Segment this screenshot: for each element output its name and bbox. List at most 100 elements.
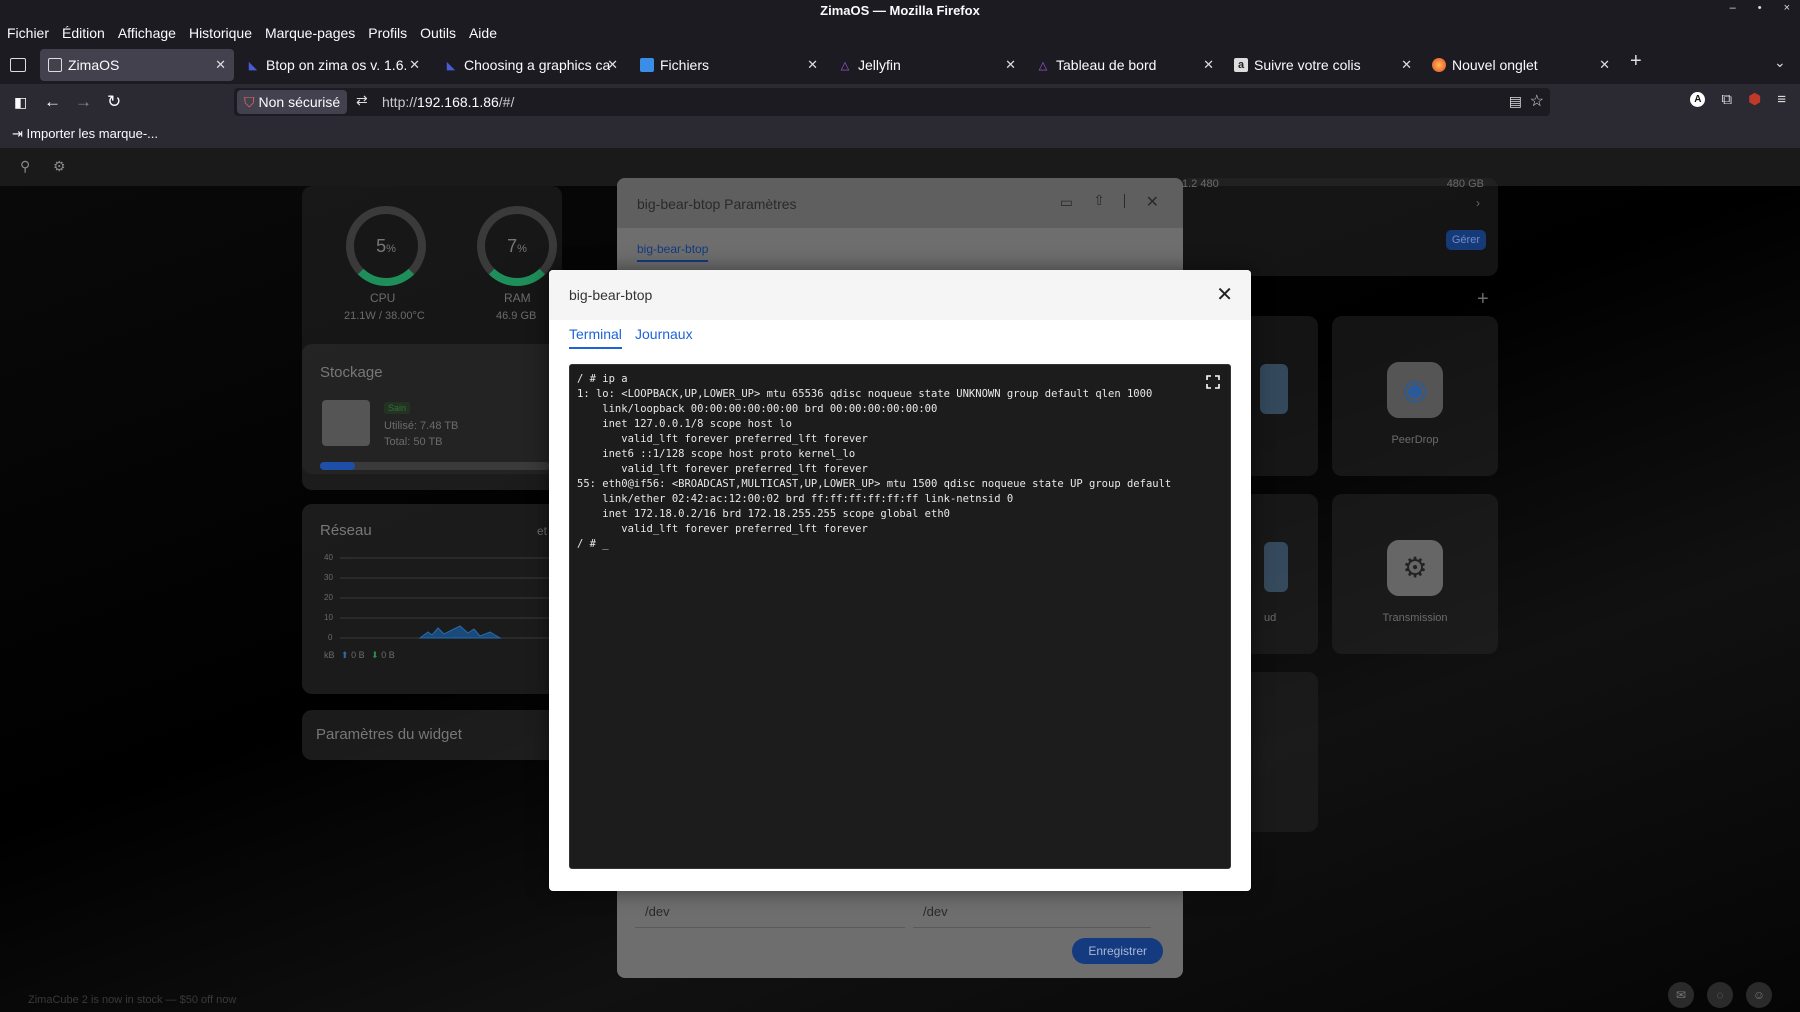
device-host-field[interactable]: /dev: [635, 900, 905, 928]
storage-progress-bar: [320, 462, 550, 470]
fullscreen-icon[interactable]: [1206, 375, 1220, 389]
manage-button[interactable]: Gérer: [1445, 230, 1486, 250]
settings-tab-app[interactable]: big-bear-btop: [637, 242, 709, 262]
tab-jellyfin[interactable]: △ Jellyfin ✕: [830, 49, 1024, 81]
sidebar-toggle-icon[interactable]: [10, 58, 26, 72]
account-icon[interactable]: A: [1690, 91, 1706, 107]
ram-size: 46.9 GB: [496, 310, 537, 322]
container-terminal-modal: big-bear-btop ✕ Terminal Journaux / # ip…: [549, 270, 1251, 891]
url-bar[interactable]: ⛉ Non sécurisé ⇄ http://192.168.1.86/#/ …: [234, 88, 1550, 116]
tab-list-chevron-icon[interactable]: ⌄: [1774, 54, 1786, 71]
forward-arrow-icon[interactable]: →: [75, 92, 92, 112]
jellyfin-icon: △: [840, 59, 850, 72]
storage-used: Utilisé: 7.48 TB: [384, 420, 459, 432]
security-indicator[interactable]: ⛉ Non sécurisé: [237, 90, 348, 114]
bookmark-star-icon[interactable]: ☆: [1530, 91, 1544, 111]
settings-gear-icon[interactable]: ⚙: [53, 158, 66, 175]
zimaos-icon: [48, 58, 62, 72]
url-scheme: http://: [382, 94, 418, 110]
menu-hamburger-icon[interactable]: ≡: [1777, 91, 1786, 108]
ram-unit: %: [517, 243, 527, 255]
storage-total: Total: 50 TB: [384, 436, 443, 448]
menu-edit[interactable]: Édition: [62, 25, 105, 41]
menu-file[interactable]: Fichier: [7, 25, 49, 41]
widget-settings-card[interactable]: Paramètres du widget: [302, 710, 562, 760]
sidebar-icon[interactable]: ◧: [14, 94, 27, 111]
firefox-icon: [1432, 58, 1446, 72]
close-icon[interactable]: ✕: [1146, 192, 1159, 212]
close-window-button[interactable]: ×: [1784, 2, 1790, 14]
terminal-output: / # ip a 1: lo: <LOOPBACK,UP,LOWER_UP> m…: [577, 372, 1171, 552]
tab-close-icon[interactable]: ✕: [607, 57, 618, 73]
import-bookmarks-link[interactable]: Importer les marque-...: [27, 126, 159, 141]
community-icon[interactable]: ☺: [1746, 982, 1772, 1008]
ublock-icon[interactable]: ⬢: [1748, 90, 1761, 108]
tab-dashboard[interactable]: △ Tableau de bord ✕: [1028, 49, 1222, 81]
tab-btop[interactable]: ◣ Btop on zima os v. 1.6.1 · ✕: [238, 49, 428, 81]
terminal-line: valid_lft forever preferred_lft forever: [577, 463, 868, 475]
url-text[interactable]: http://192.168.1.86/#/: [382, 94, 514, 110]
permissions-icon[interactable]: ⇄: [356, 92, 368, 109]
save-button[interactable]: Enregistrer: [1072, 938, 1163, 964]
terminal-line: link/ether 02:42:ac:12:00:02 brd ff:ff:f…: [577, 493, 1014, 505]
tab-fichiers[interactable]: Fichiers ✕: [632, 49, 826, 81]
menu-help[interactable]: Aide: [469, 25, 497, 41]
app-card-peerdrop[interactable]: ◉ PeerDrop: [1332, 316, 1498, 476]
close-icon[interactable]: ✕: [1216, 282, 1233, 307]
terminal-line: inet6 ::1/128 scope host proto kernel_lo: [577, 448, 856, 460]
chevron-right-icon[interactable]: ›: [1476, 196, 1480, 210]
new-tab-plus-icon[interactable]: +: [1630, 50, 1642, 73]
reader-view-icon[interactable]: ▤: [1509, 93, 1522, 110]
tab-close-icon[interactable]: ✕: [1599, 57, 1610, 73]
app-icon-partial: [1264, 542, 1288, 592]
menu-view[interactable]: Affichage: [118, 25, 176, 41]
promo-banner[interactable]: ZimaCube 2 is now in stock — $50 off now: [28, 994, 236, 1006]
upload-arrow-icon: ⬆: [341, 650, 349, 660]
ram-label: RAM: [504, 291, 531, 305]
tab-close-icon[interactable]: ✕: [215, 57, 226, 73]
tab-close-icon[interactable]: ✕: [1203, 57, 1214, 73]
cpu-gauge: 5%: [346, 206, 426, 286]
tab-parcel[interactable]: a Suivre votre colis ✕: [1226, 49, 1420, 81]
tab-graphics-card[interactable]: ◣ Choosing a graphics car ✕: [436, 49, 626, 81]
disk-label: 1.2 480: [1182, 178, 1219, 190]
tab-close-icon[interactable]: ✕: [1005, 57, 1016, 73]
tab-label: ZimaOS: [68, 57, 120, 73]
back-arrow-icon[interactable]: ←: [44, 92, 61, 112]
extensions-icon[interactable]: ⧉: [1721, 91, 1732, 108]
device-container-field[interactable]: /dev: [913, 900, 1151, 928]
tab-label: Nouvel onglet: [1452, 57, 1538, 73]
menu-bookmarks[interactable]: Marque-pages: [265, 25, 355, 41]
url-host: 192.168.1.86: [417, 94, 499, 110]
tab-label: Btop on zima os v. 1.6.1 ·: [266, 57, 406, 73]
tab-close-icon[interactable]: ✕: [1401, 57, 1412, 73]
menu-profiles[interactable]: Profils: [368, 25, 407, 41]
mail-icon[interactable]: ✉: [1668, 982, 1694, 1008]
add-app-plus-icon[interactable]: +: [1477, 288, 1489, 311]
tab-close-icon[interactable]: ✕: [807, 57, 818, 73]
network-tick-0: 0: [328, 633, 333, 642]
terminal-icon[interactable]: ▭: [1060, 194, 1073, 211]
user-icon[interactable]: ⚲: [20, 158, 30, 175]
tab-logs[interactable]: Journaux: [635, 326, 693, 347]
network-tick-40: 40: [324, 553, 333, 562]
terminal-console[interactable]: / # ip a 1: lo: <LOOPBACK,UP,LOWER_UP> m…: [569, 364, 1231, 869]
reddit-icon: ◣: [446, 59, 456, 72]
maximize-button[interactable]: •: [1758, 2, 1762, 14]
menu-history[interactable]: Historique: [189, 25, 252, 41]
storage-widget[interactable]: Stockage Sain Utilisé: 7.48 TB Total: 50…: [302, 344, 562, 490]
export-icon[interactable]: ⇧: [1093, 192, 1105, 209]
menu-tools[interactable]: Outils: [420, 25, 456, 41]
chat-icon[interactable]: ◌: [1707, 982, 1733, 1008]
settings-dialog-header: big-bear-btop Paramètres ▭ ⇧ ✕: [617, 178, 1183, 228]
cpu-power-temp: 21.1W / 38.00°C: [344, 310, 425, 322]
minimize-button[interactable]: –: [1730, 2, 1736, 14]
tab-close-icon[interactable]: ✕: [409, 57, 420, 73]
tab-new[interactable]: Nouvel onglet ✕: [1424, 49, 1618, 81]
app-card-transmission[interactable]: ⚙ Transmission: [1332, 494, 1498, 654]
reload-icon[interactable]: ↻: [107, 92, 121, 112]
settings-dialog-title: big-bear-btop Paramètres: [637, 196, 797, 212]
tab-terminal[interactable]: Terminal: [569, 326, 622, 349]
modal-header: big-bear-btop ✕: [549, 270, 1251, 320]
tab-zimaos[interactable]: ZimaOS ✕: [40, 49, 234, 81]
